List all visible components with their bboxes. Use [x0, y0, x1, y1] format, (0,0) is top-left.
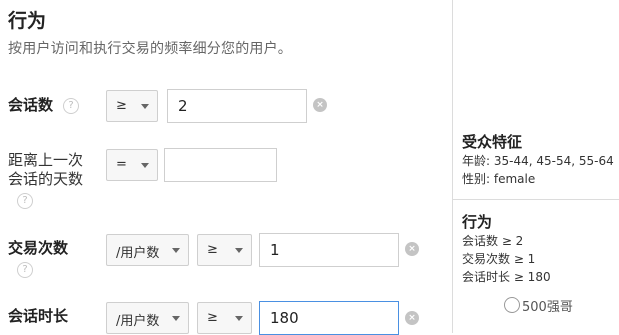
behavior-section-title: 行为: [8, 10, 47, 32]
sessions-help-icon[interactable]: ?: [63, 98, 79, 114]
transactions-help-icon[interactable]: ?: [17, 262, 33, 278]
transactions-scope-select[interactable]: /用户数: [106, 234, 189, 266]
chevron-down-icon: [235, 316, 243, 321]
duration-value-input[interactable]: 180: [259, 301, 399, 335]
sessions-value-input[interactable]: 2: [167, 89, 307, 123]
duration-clear-icon[interactable]: ×: [405, 311, 419, 325]
transactions-label: 交易次数: [8, 239, 69, 257]
chevron-down-icon: [141, 104, 149, 109]
watermark-text: 500强哥: [522, 300, 573, 315]
sessions-clear-icon[interactable]: ×: [313, 98, 327, 112]
summary-section-divider: [452, 199, 619, 200]
duration-scope-select[interactable]: /用户数: [106, 302, 189, 334]
summary-panel-divider: [452, 0, 453, 333]
days-since-value-input[interactable]: [164, 148, 277, 182]
sessions-label: 会话数: [8, 96, 54, 114]
transactions-operator-value: ≥: [207, 242, 218, 257]
watermark-logo-icon: [504, 297, 520, 313]
summary-audience-title: 受众特征: [462, 133, 523, 151]
transactions-operator-select[interactable]: ≥: [197, 234, 252, 266]
chevron-down-icon: [235, 248, 243, 253]
summary-age: 年龄: 35-44, 45-54, 55-64: [462, 154, 614, 168]
chevron-down-icon: [141, 163, 149, 168]
duration-label: 会话时长: [8, 307, 69, 325]
duration-operator-select[interactable]: ≥: [197, 302, 252, 334]
summary-gender: 性别: female: [462, 172, 536, 186]
sessions-operator-value: ≥: [116, 98, 127, 113]
summary-sessions: 会话数 ≥ 2: [462, 234, 524, 248]
days-since-operator-select[interactable]: =: [106, 149, 158, 181]
transactions-value-input[interactable]: 1: [259, 233, 399, 267]
behavior-section-description: 按用户访问和执行交易的频率细分您的用户。: [8, 41, 292, 57]
transactions-clear-icon[interactable]: ×: [405, 242, 419, 256]
days-since-help-icon[interactable]: ?: [17, 193, 33, 209]
days-since-label-line2: 会话的天数: [8, 170, 84, 188]
days-since-label-line1: 距离上一次: [8, 151, 84, 169]
summary-transactions: 交易次数 ≥ 1: [462, 252, 536, 266]
duration-scope-value: /用户数: [116, 314, 160, 329]
summary-duration: 会话时长 ≥ 180: [462, 270, 551, 284]
days-since-operator-value: =: [116, 157, 127, 172]
transactions-scope-value: /用户数: [116, 246, 160, 261]
chevron-down-icon: [172, 316, 180, 321]
sessions-operator-select[interactable]: ≥: [106, 90, 158, 122]
duration-operator-value: ≥: [207, 310, 218, 325]
chevron-down-icon: [172, 248, 180, 253]
summary-behavior-title: 行为: [462, 213, 493, 231]
